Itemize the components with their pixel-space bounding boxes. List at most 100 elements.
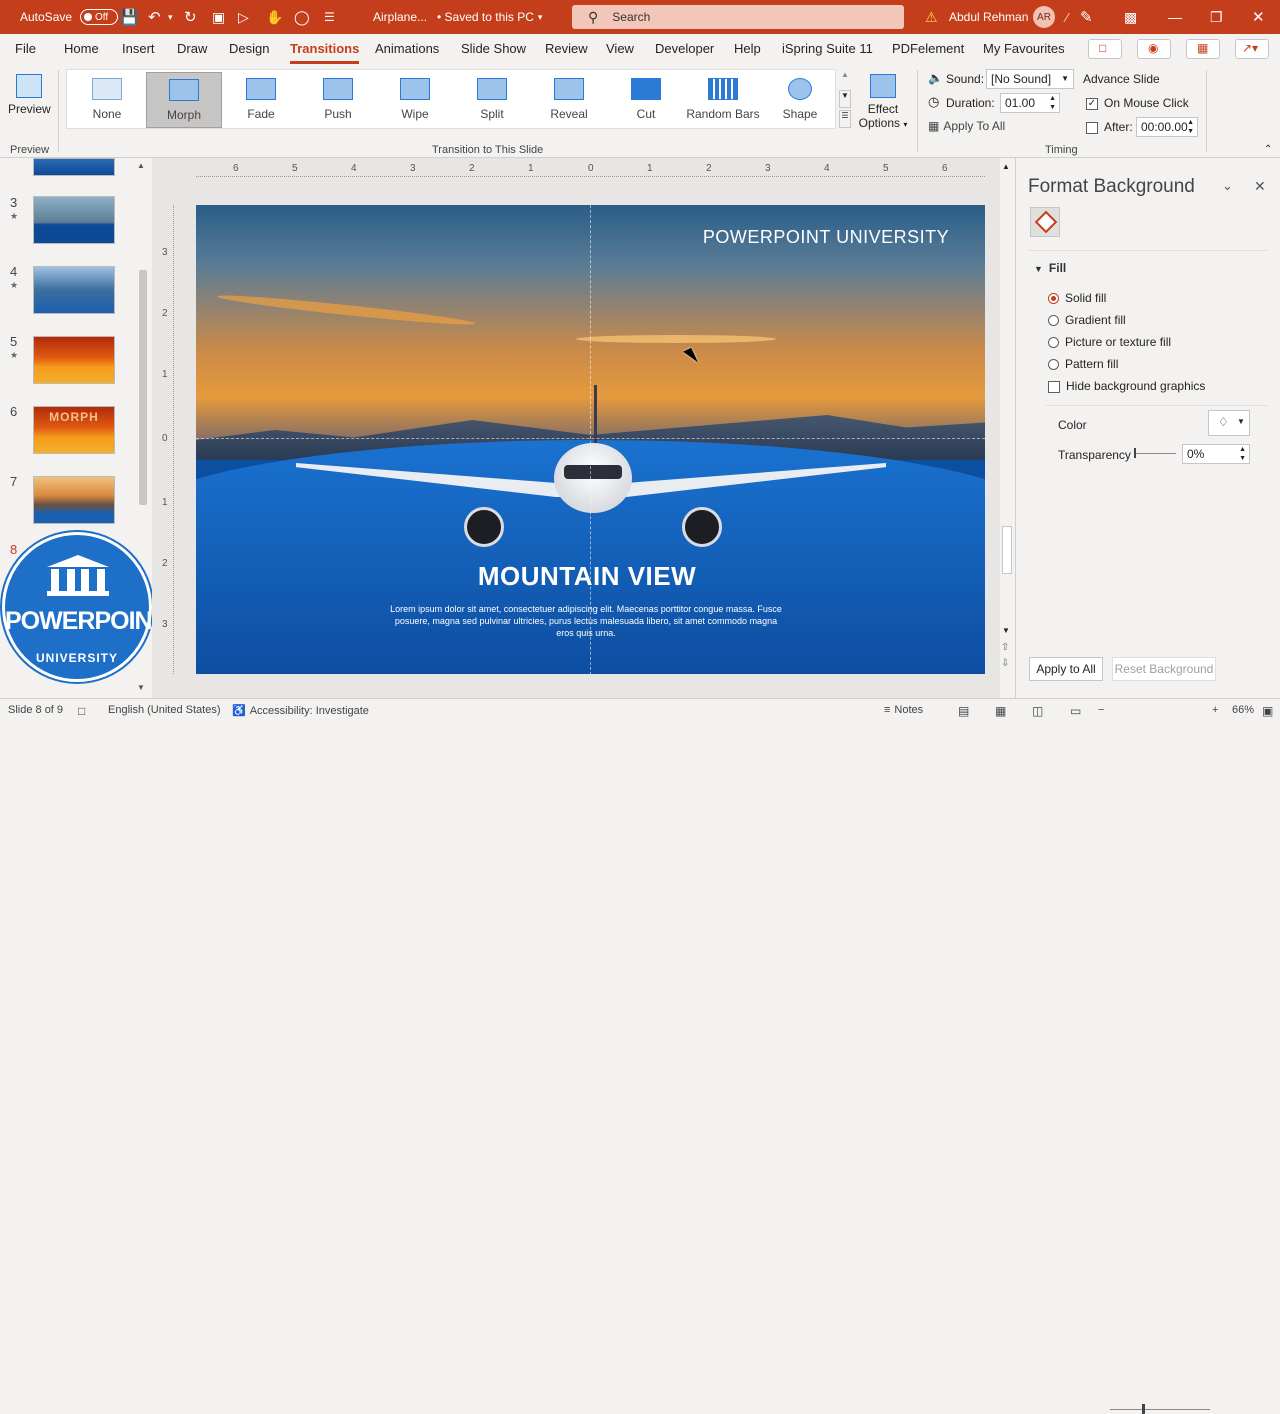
pane-options-icon[interactable]: ⌄ — [1222, 178, 1233, 194]
slide-brand-text[interactable]: POWERPOINT UNIVERSITY — [676, 227, 976, 248]
accessibility-status[interactable]: ♿ Accessibility: Investigate — [232, 704, 369, 717]
redo-icon[interactable]: ↻ — [184, 0, 197, 34]
slide-thumbnail-7[interactable] — [33, 476, 115, 524]
canvas-scroll-thumb[interactable] — [1002, 526, 1012, 574]
transparency-slider[interactable] — [1134, 448, 1176, 458]
zoom-slider[interactable] — [1110, 1404, 1210, 1414]
zoom-out-icon[interactable]: − — [1098, 704, 1104, 716]
canvas-scrollbar[interactable]: ▲ ▼ ⇧ ⇩ — [1000, 158, 1014, 698]
fit-to-window-icon[interactable]: ▣ — [1262, 704, 1273, 718]
menu-file[interactable]: File — [15, 41, 36, 56]
zoom-level[interactable]: 66% — [1232, 704, 1254, 716]
menu-review[interactable]: Review — [545, 41, 588, 56]
maximize-icon[interactable]: ❐ — [1210, 0, 1223, 34]
slideshow-view-icon[interactable]: ▭ — [1070, 704, 1081, 718]
gallery-scroll-down[interactable]: ▼ — [839, 90, 851, 108]
zoom-in-icon[interactable]: + — [1212, 704, 1218, 716]
touch-mode-icon[interactable]: ✋ — [266, 0, 283, 34]
menu-draw[interactable]: Draw — [177, 41, 207, 56]
transition-fade[interactable]: Fade — [223, 72, 299, 128]
search-box[interactable]: ⚲ Search — [572, 5, 904, 29]
after-input[interactable]: 00:00.00 ▲ ▼ — [1136, 117, 1198, 137]
normal-view-icon[interactable]: ▤ — [958, 704, 969, 718]
pen-icon[interactable]: ✎ — [1080, 0, 1093, 34]
gallery-scroll-up[interactable]: ▲ — [839, 70, 851, 88]
menu-view[interactable]: View — [606, 41, 634, 56]
solid-fill-radio[interactable]: Solid fill — [1048, 291, 1106, 305]
user-name[interactable]: Abdul Rehman — [949, 0, 1028, 34]
avatar[interactable]: AR — [1033, 0, 1055, 34]
fill-section-header[interactable]: ▼ Fill — [1034, 261, 1066, 275]
hide-background-graphics-checkbox[interactable]: Hide background graphics — [1048, 379, 1205, 393]
gradient-fill-radio[interactable]: Gradient fill — [1048, 313, 1126, 327]
apply-to-all-button[interactable]: ▦ Apply To All — [928, 119, 1005, 133]
transition-cut[interactable]: Cut — [608, 72, 684, 128]
document-name[interactable]: Airplane... — [373, 0, 427, 34]
menu-help[interactable]: Help — [734, 41, 761, 56]
save-status[interactable]: • Saved to this PC ▾ — [437, 0, 542, 34]
menu-home[interactable]: Home — [64, 41, 99, 56]
undo-icon[interactable]: ↶ — [148, 0, 161, 34]
gallery-more[interactable]: ☰ — [839, 110, 851, 128]
fill-tab-button[interactable] — [1030, 207, 1060, 237]
sound-select[interactable]: [No Sound] ▼ — [986, 69, 1074, 89]
reset-background-button[interactable]: Reset Background — [1112, 657, 1216, 681]
present-teams-button[interactable]: ▦ — [1186, 39, 1220, 59]
pattern-fill-radio[interactable]: Pattern fill — [1048, 357, 1118, 371]
transparency-input[interactable]: 0% ▲ ▼ — [1182, 444, 1250, 464]
menu-developer[interactable]: Developer — [655, 41, 714, 56]
reading-view-icon[interactable]: ◫ — [1032, 704, 1043, 718]
record-button[interactable]: ◉ — [1137, 39, 1171, 59]
pane-close-icon[interactable]: ✕ — [1254, 178, 1266, 195]
menu-my-favourites[interactable]: My Favourites — [983, 41, 1065, 56]
save-icon[interactable]: 💾 — [120, 0, 139, 34]
shapes-icon[interactable]: ◯ — [294, 0, 310, 34]
menu-animations[interactable]: Animations — [375, 41, 439, 56]
ribbon-display-icon[interactable]: ▩ — [1124, 0, 1137, 34]
autosave-toggle[interactable]: Off — [74, 0, 118, 34]
color-picker-button[interactable]: ♢ ▼ — [1208, 410, 1250, 436]
comments-button[interactable]: □ — [1088, 39, 1122, 59]
menu-pdfelement[interactable]: PDFelement — [892, 41, 964, 56]
undo-dropdown-icon[interactable]: ▾ — [168, 0, 173, 34]
slide-thumbnail-6[interactable]: MORPH — [33, 406, 115, 454]
transition-wipe[interactable]: Wipe — [377, 72, 453, 128]
after-checkbox[interactable]: After: — [1086, 120, 1133, 134]
present-icon[interactable]: ▣ — [212, 0, 225, 34]
notes-button[interactable]: ≡ Notes — [884, 704, 923, 716]
slide-thumbnail-5[interactable] — [33, 336, 115, 384]
share-button[interactable]: ↗▾ — [1235, 39, 1269, 59]
duration-input[interactable]: 01.00 ▲ ▼ — [1000, 93, 1060, 113]
slide-sorter-icon[interactable]: ▦ — [995, 704, 1006, 718]
menu-transitions[interactable]: Transitions — [290, 41, 360, 64]
transition-morph[interactable]: Morph — [146, 72, 222, 128]
transition-none[interactable]: None — [69, 72, 145, 128]
slide-title[interactable]: MOUNTAIN VIEW — [196, 561, 978, 592]
from-beginning-icon[interactable]: ▷ — [238, 0, 249, 34]
preview-button[interactable]: Preview — [8, 72, 51, 128]
close-icon[interactable]: ✕ — [1252, 0, 1265, 34]
picture-texture-fill-radio[interactable]: Picture or texture fill — [1048, 335, 1171, 349]
menu-slide-show[interactable]: Slide Show — [461, 41, 526, 56]
menu-design[interactable]: Design — [229, 41, 269, 56]
slide-thumbnail-4[interactable] — [33, 266, 115, 314]
transition-random-bars[interactable]: Random Bars — [685, 72, 761, 128]
spelling-icon[interactable]: □ — [78, 704, 85, 718]
slide-thumbnail-2[interactable] — [33, 158, 115, 176]
on-mouse-click-checkbox[interactable]: ✓ On Mouse Click — [1086, 96, 1189, 110]
thumbnail-scroll-thumb[interactable] — [139, 270, 147, 505]
apply-to-all-background-button[interactable]: Apply to All — [1029, 657, 1103, 681]
menu-insert[interactable]: Insert — [122, 41, 155, 56]
language-indicator[interactable]: English (United States) — [108, 704, 221, 716]
collapse-ribbon-icon[interactable]: ⌃ — [1264, 144, 1272, 155]
transition-push[interactable]: Push — [300, 72, 376, 128]
transition-shape[interactable]: Shape — [762, 72, 838, 128]
effect-options-button[interactable]: Effect Options ▾ — [856, 72, 910, 136]
minimize-icon[interactable]: — — [1168, 0, 1182, 34]
slide-body-text[interactable]: Lorem ipsum dolor sit amet, consectetuer… — [386, 603, 786, 639]
slide-thumbnail-3[interactable] — [33, 196, 115, 244]
transition-reveal[interactable]: Reveal — [531, 72, 607, 128]
customize-toolbar-icon[interactable]: ☰ — [324, 0, 335, 34]
menu-ispring[interactable]: iSpring Suite 11 — [782, 41, 873, 56]
transition-split[interactable]: Split — [454, 72, 530, 128]
